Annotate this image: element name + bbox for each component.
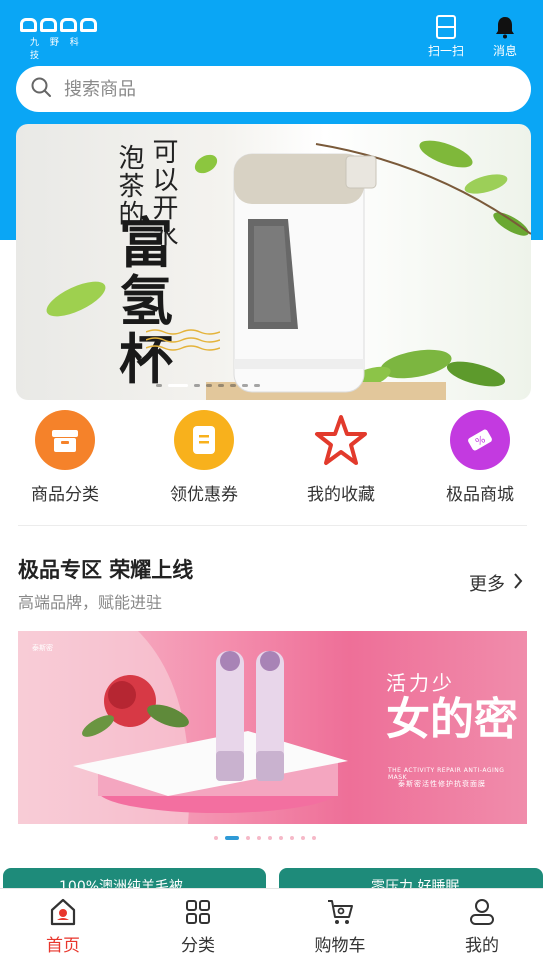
section-subtitle: 高端品牌，赋能进驻	[18, 593, 163, 612]
promo-chinese-text: 泰斯密活性修护抗衰面膜	[398, 780, 486, 788]
section-title: 极品专区 荣耀上线	[18, 558, 194, 582]
pagination-dot[interactable]	[301, 836, 305, 840]
pagination-dot[interactable]	[168, 384, 188, 387]
pagination-dot[interactable]	[230, 384, 236, 387]
quick-item-label: 极品商城	[446, 485, 514, 505]
grid-icon	[158, 897, 238, 927]
promo-pagination	[214, 836, 316, 840]
wave-decoration	[146, 329, 220, 351]
quick-item-favorites[interactable]: 我的收藏	[286, 410, 396, 505]
pagination-dot[interactable]	[246, 836, 250, 840]
nav-category[interactable]: 分类	[158, 897, 238, 955]
promo-title-line2: 女的密	[386, 694, 518, 745]
logo-subtitle: 九 野 科 技	[30, 38, 83, 61]
pagination-dot[interactable]	[290, 836, 294, 840]
promo-title: 活力少 女的密	[386, 667, 518, 744]
chevron-right-icon	[513, 572, 523, 595]
quick-item-label: 商品分类	[31, 485, 99, 505]
nav-label: 我的	[465, 936, 499, 955]
banner-pagination	[156, 384, 260, 387]
pagination-dot[interactable]	[268, 836, 272, 840]
home-icon	[23, 897, 103, 927]
pagination-dot[interactable]	[279, 836, 283, 840]
pagination-dot[interactable]	[214, 836, 218, 840]
nav-label: 购物车	[314, 936, 366, 955]
message-label: 消息	[492, 44, 517, 58]
pagination-dot[interactable]	[156, 384, 162, 387]
quick-item-category[interactable]: 商品分类	[10, 410, 120, 505]
pagination-dot[interactable]	[254, 384, 260, 387]
bottom-nav: 首页 分类 购物车 我的	[0, 888, 543, 955]
product-card[interactable]: 100%澳洲纯羊毛被	[3, 868, 266, 890]
product-cards: 100%澳洲纯羊毛被 零压力 好睡眠	[0, 868, 543, 890]
nav-home[interactable]: 首页	[23, 897, 103, 955]
pagination-dot[interactable]	[312, 836, 316, 840]
hero-banner[interactable]: 可以开水 泡茶的 富氢杯	[16, 124, 531, 400]
ticket-icon: %	[450, 410, 510, 470]
divider	[18, 525, 527, 526]
nav-cart[interactable]: 购物车	[300, 897, 380, 955]
product-card[interactable]: 零压力 好睡眠	[279, 868, 543, 890]
search-bar[interactable]	[16, 66, 531, 112]
quick-menu: 商品分类 领优惠券 我的收藏 % 极品商城	[0, 410, 543, 510]
box-icon	[35, 410, 95, 470]
banner-headline: 富氢杯	[119, 211, 173, 391]
scan-button[interactable]: 扫一扫	[421, 14, 471, 59]
cart-icon	[300, 897, 380, 927]
scan-label: 扫一扫	[427, 44, 464, 58]
quick-item-mall[interactable]: % 极品商城	[425, 410, 535, 505]
star-icon	[311, 410, 371, 470]
more-link[interactable]: 更多	[469, 570, 523, 596]
promo-title-line1: 活力少	[386, 671, 455, 695]
promo-brand: 泰斯密	[32, 644, 53, 652]
coupon-icon	[174, 410, 234, 470]
pagination-dot[interactable]	[242, 384, 248, 387]
nav-label: 分类	[181, 936, 215, 955]
more-label: 更多	[469, 574, 505, 595]
pagination-dot[interactable]	[218, 384, 224, 387]
user-icon	[442, 897, 522, 927]
bell-icon	[480, 14, 530, 40]
logo-mark	[20, 18, 100, 32]
search-input[interactable]	[64, 78, 484, 100]
scan-icon	[421, 14, 471, 40]
promo-banner[interactable]: 泰斯密 活力少 女的密 THE ACTIVITY REPAIR ANTI-AGI…	[18, 631, 527, 824]
quick-item-label: 我的收藏	[307, 485, 375, 505]
pagination-dot[interactable]	[206, 384, 212, 387]
nav-profile[interactable]: 我的	[442, 897, 522, 955]
pagination-dot[interactable]	[257, 836, 261, 840]
nav-label: 首页	[46, 936, 80, 955]
message-button[interactable]: 消息	[480, 14, 530, 59]
banner-artwork	[46, 140, 531, 400]
home-page: 九 野 科 技 扫一扫 消息 搜索商品 可以开水 泡茶的 富氢杯 商品分类 领优…	[0, 0, 543, 955]
app-logo: 九 野 科 技	[20, 18, 100, 61]
pagination-dot[interactable]	[194, 384, 200, 387]
search-icon	[30, 76, 52, 102]
quick-item-coupon[interactable]: 领优惠券	[149, 410, 259, 505]
quick-item-label: 领优惠券	[170, 485, 238, 505]
pagination-dot[interactable]	[225, 836, 239, 840]
